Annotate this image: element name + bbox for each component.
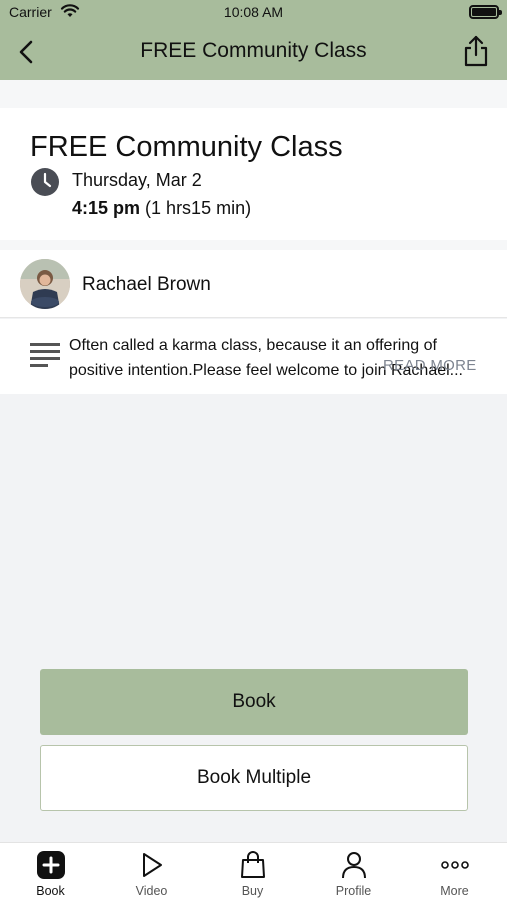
instructor-name: Rachael Brown — [82, 274, 211, 295]
share-button[interactable] — [459, 32, 493, 70]
class-start-time: 4:15 pm — [72, 198, 141, 218]
tab-book[interactable]: Book — [0, 843, 101, 900]
status-bar: Carrier 10:08 AM — [0, 0, 507, 24]
page-title: FREE Community Class — [140, 39, 367, 62]
book-multiple-button[interactable]: Book Multiple — [40, 745, 468, 811]
read-more-link[interactable]: READ MORE — [383, 357, 477, 374]
tab-label: Profile — [335, 884, 372, 898]
tab-more[interactable]: More — [404, 843, 505, 900]
tab-label: Book — [36, 884, 65, 898]
text-lines-icon — [30, 343, 60, 367]
header-bar: Carrier 10:08 AM FREE Community Class — [0, 0, 507, 80]
spacer — [0, 240, 507, 250]
book-button[interactable]: Book — [40, 669, 468, 735]
instructor-row[interactable]: Rachael Brown — [0, 250, 507, 318]
ellipsis-icon — [440, 861, 469, 869]
class-date: Thursday, Mar 2 — [72, 170, 202, 190]
battery-icon — [469, 5, 502, 19]
tab-profile[interactable]: Profile — [303, 843, 404, 900]
plus-square-icon — [36, 851, 65, 879]
class-duration: (1 hrs15 min) — [145, 198, 252, 218]
tab-buy[interactable]: Buy — [202, 843, 303, 900]
class-time: 4:15 pm (1 hrs15 min) — [72, 198, 251, 219]
description-section: Often called a karma class, because it a… — [0, 319, 507, 394]
play-icon — [142, 853, 162, 877]
avatar — [20, 259, 70, 309]
tab-label: Buy — [241, 884, 264, 898]
tab-bar: Book Video Buy Profile More — [0, 842, 507, 900]
tab-label: Video — [135, 884, 168, 898]
tab-label: More — [440, 884, 469, 898]
class-info-card: FREE Community Class Thursday, Mar 2 4:1… — [0, 108, 507, 240]
navigation-bar: FREE Community Class — [0, 24, 507, 80]
shopping-bag-icon — [240, 851, 265, 878]
class-title: FREE Community Class — [30, 131, 343, 163]
tab-video[interactable]: Video — [101, 843, 202, 900]
clock-icon — [31, 168, 59, 196]
status-time: 10:08 AM — [223, 4, 284, 20]
person-icon — [341, 852, 366, 879]
share-icon — [464, 35, 488, 67]
spacer — [0, 80, 507, 108]
class-detail-screen: Carrier 10:08 AM FREE Community Class FR… — [0, 0, 507, 900]
